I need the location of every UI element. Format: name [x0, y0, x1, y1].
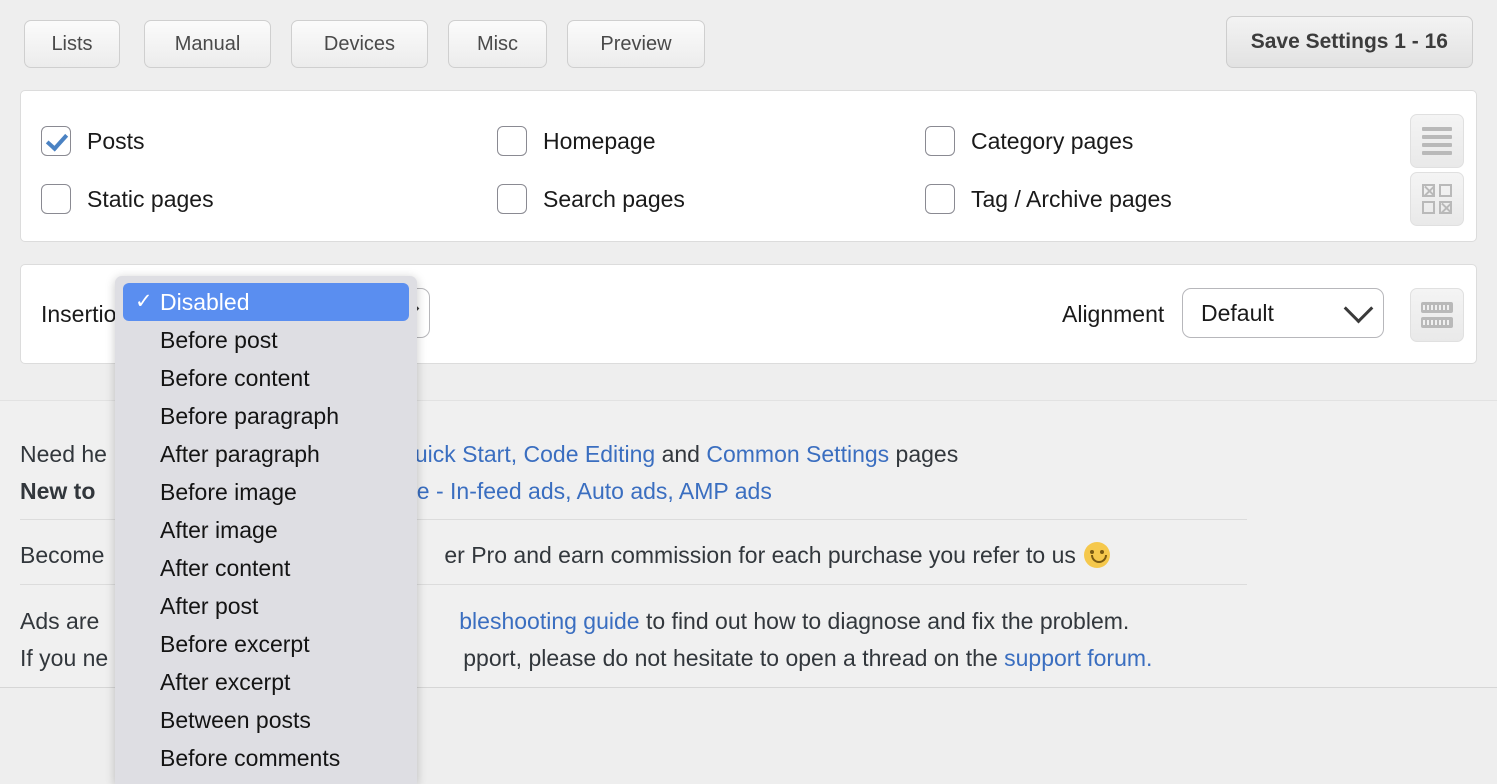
alignment-label: Alignment	[1062, 301, 1164, 328]
info-ads-prefix: Ads are	[20, 608, 99, 634]
checkbox-static-pages[interactable]	[41, 184, 71, 214]
menu-item-before-post[interactable]: Before post	[115, 321, 417, 359]
info-become-prefix: Become	[20, 542, 104, 568]
link-troubleshooting-guide[interactable]: bleshooting guide	[459, 608, 639, 634]
link-infeed-auto-amp-ads[interactable]: In-feed ads, Auto ads, AMP ads	[450, 478, 772, 504]
checkbox-row-static-pages[interactable]: Static pages	[41, 184, 214, 214]
menu-item-after-post[interactable]: After post	[115, 587, 417, 625]
tab-preview[interactable]: Preview	[567, 20, 705, 68]
link-support-forum[interactable]: support forum.	[1004, 645, 1152, 671]
menu-item-before-excerpt[interactable]: Before excerpt	[115, 625, 417, 663]
checkbox-label-homepage: Homepage	[543, 128, 656, 155]
top-toolbar: Lists Manual Devices Misc Preview Save S…	[0, 0, 1497, 88]
menu-item-after-image[interactable]: After image	[115, 511, 417, 549]
page-types-panel	[20, 90, 1477, 242]
menu-item-between-posts[interactable]: Between posts	[115, 701, 417, 739]
info-support-mid: pport, please do not hesitate to open a …	[463, 645, 1004, 671]
alignment-select[interactable]: Default	[1182, 288, 1384, 338]
list-view-button[interactable]	[1410, 114, 1464, 168]
checkbox-label-tag-archive-pages: Tag / Archive pages	[971, 186, 1172, 213]
checkbox-homepage[interactable]	[497, 126, 527, 156]
checkbox-label-search-pages: Search pages	[543, 186, 685, 213]
smiley-face-icon	[1084, 542, 1110, 568]
grid-view-button[interactable]	[1410, 172, 1464, 226]
info-support-prefix: If you ne	[20, 645, 108, 671]
link-common-settings[interactable]: Common Settings	[706, 441, 889, 467]
checkbox-label-category-pages: Category pages	[971, 128, 1133, 155]
tab-lists[interactable]: Lists	[24, 20, 120, 68]
checkbox-label-static-pages: Static pages	[87, 186, 214, 213]
checkbox-category-pages[interactable]	[925, 126, 955, 156]
checkbox-search-pages[interactable]	[497, 184, 527, 214]
checkbox-row-tag-archive-pages[interactable]: Tag / Archive pages	[925, 184, 1172, 214]
info-help-mid: and	[655, 441, 706, 467]
link-quick-start-code-editing[interactable]: Quick Start, Code Editing	[397, 441, 655, 467]
menu-item-before-image[interactable]: Before image	[115, 473, 417, 511]
menu-item-before-content[interactable]: Before content	[115, 359, 417, 397]
insertion-dropdown-menu[interactable]: Disabled Before post Before content Befo…	[115, 276, 417, 784]
info-help-suffix: pages	[889, 441, 958, 467]
tab-devices[interactable]: Devices	[291, 20, 428, 68]
info-dash: -	[430, 478, 450, 504]
save-settings-button[interactable]: Save Settings 1 - 16	[1226, 16, 1473, 68]
info-become-suffix: er Pro and earn commission for each purc…	[444, 542, 1076, 568]
tab-misc[interactable]: Misc	[448, 20, 547, 68]
checkbox-tag-archive-pages[interactable]	[925, 184, 955, 214]
list-lines-icon	[1422, 123, 1452, 159]
checkbox-row-posts[interactable]: Posts	[41, 126, 145, 156]
alignment-select-value: Default	[1201, 300, 1274, 327]
grid-checkers-icon	[1422, 184, 1452, 214]
checkbox-row-category-pages[interactable]: Category pages	[925, 126, 1133, 156]
keyboard-icon	[1421, 302, 1453, 328]
info-new-to-prefix: New to	[20, 478, 102, 504]
chevron-down-icon	[1344, 293, 1374, 323]
menu-item-before-comments[interactable]: Before comments	[115, 739, 417, 777]
menu-item-after-excerpt[interactable]: After excerpt	[115, 663, 417, 701]
app-root: Lists Manual Devices Misc Preview Save S…	[0, 0, 1497, 784]
checkbox-row-search-pages[interactable]: Search pages	[497, 184, 685, 214]
menu-item-before-paragraph[interactable]: Before paragraph	[115, 397, 417, 435]
keyboard-button[interactable]	[1410, 288, 1464, 342]
checkbox-label-posts: Posts	[87, 128, 145, 155]
checkbox-posts[interactable]	[41, 126, 71, 156]
tab-manual[interactable]: Manual	[144, 20, 271, 68]
info-help-prefix: Need he	[20, 441, 107, 467]
info-ads-suffix: to find out how to diagnose and fix the …	[640, 608, 1130, 634]
menu-item-disabled[interactable]: Disabled	[123, 283, 409, 321]
checkbox-row-homepage[interactable]: Homepage	[497, 126, 656, 156]
menu-item-after-paragraph[interactable]: After paragraph	[115, 435, 417, 473]
menu-item-after-content[interactable]: After content	[115, 549, 417, 587]
